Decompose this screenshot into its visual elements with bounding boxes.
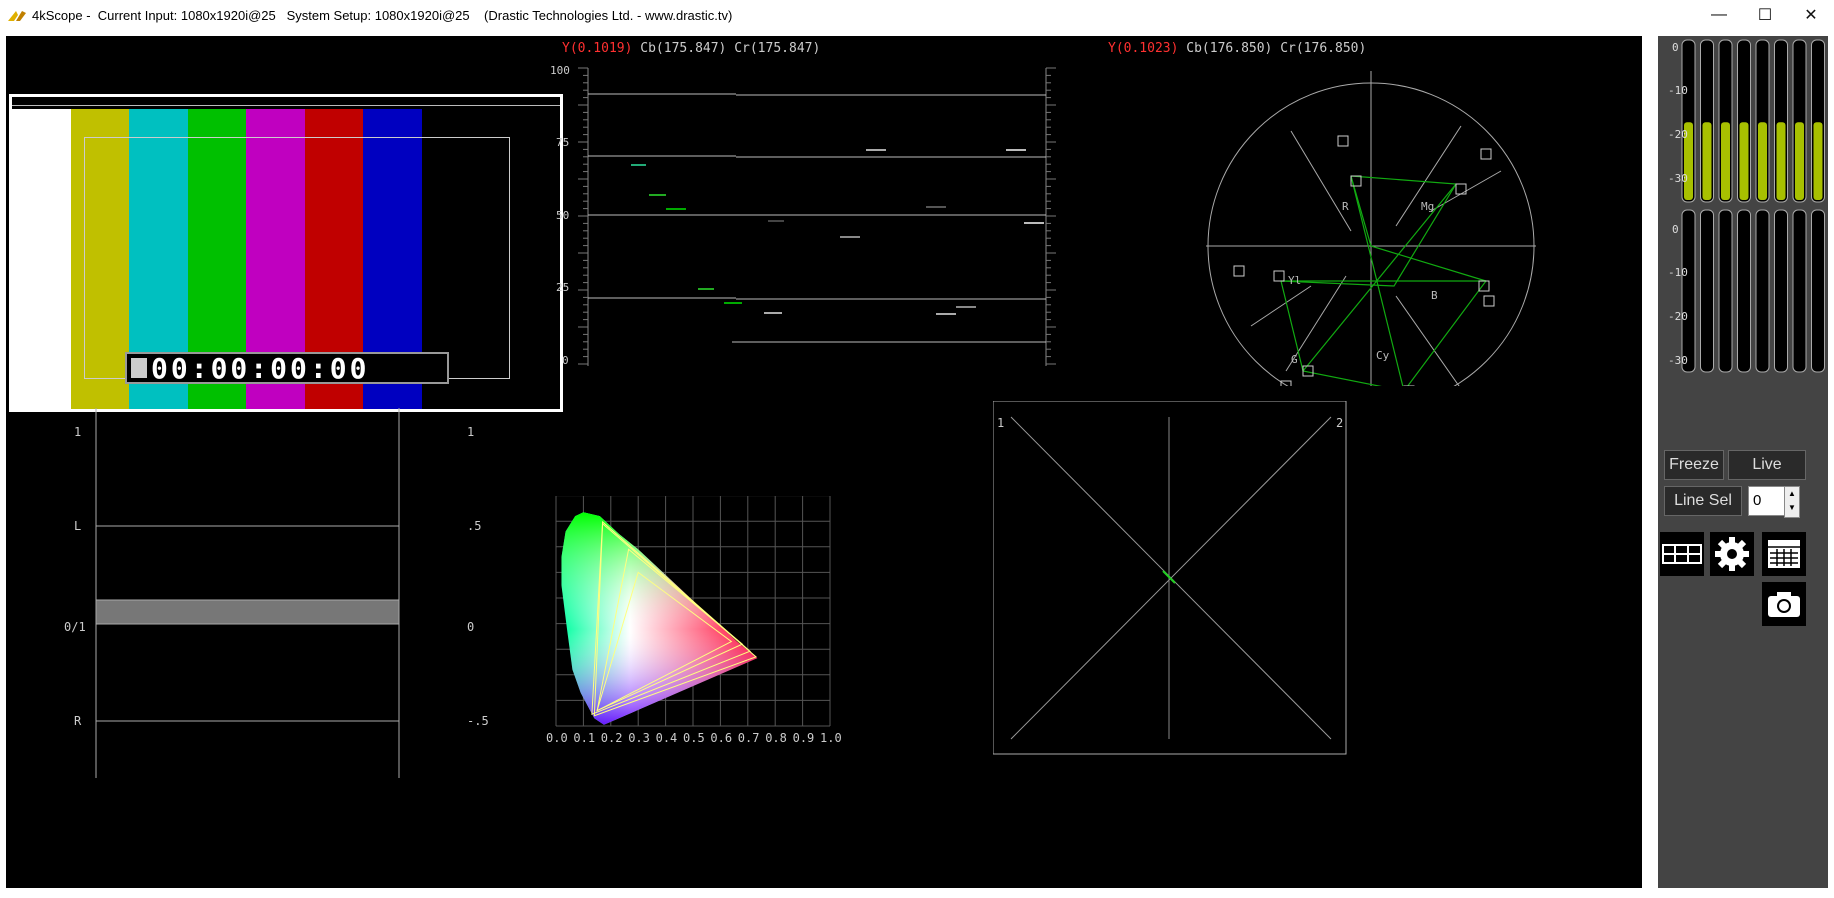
level-meter-fill xyxy=(1721,122,1730,200)
cie-x-tick: 0.2 xyxy=(601,731,623,745)
scope-area: 00:00:00:00 Y(0.1019) Cb(175.847) Cr(175… xyxy=(6,36,1642,888)
cie-x-tick: 0.8 xyxy=(765,731,787,745)
vectorscope[interactable]: R Mg Yl B G Cy xyxy=(1196,66,1576,386)
vectorscope-y-value: Y(0.1023) xyxy=(1108,41,1179,56)
level-meter xyxy=(1792,209,1807,373)
level-meter xyxy=(1700,209,1714,373)
cie-x-tick: 0.3 xyxy=(628,731,650,745)
title-safe-box xyxy=(84,137,510,379)
phase-left-scale-1: 1 xyxy=(74,425,81,439)
meter-bottom-scale-20: -20 xyxy=(1668,310,1688,323)
window-title: 4kScope - Current Input: 1080x1920i@25 S… xyxy=(32,7,733,23)
camera-icon xyxy=(1768,592,1800,617)
meter-bottom-scale-30: -30 xyxy=(1668,354,1688,367)
title-bar: 4kScope - Current Input: 1080x1920i@25 S… xyxy=(0,0,1834,30)
vectorscope-label-g: G xyxy=(1291,353,1298,366)
cie-x-tick: 0.5 xyxy=(683,731,705,745)
line-select-field[interactable]: 0 xyxy=(1748,486,1786,516)
audio-phase-scope[interactable]: 1 L 0/1 R 0 1 .5 0 -.5 -1 xyxy=(56,406,496,786)
level-meter-fill xyxy=(1795,122,1804,200)
safe-area-line xyxy=(12,105,560,106)
waveform-y-value: Y(0.1019) xyxy=(562,41,633,56)
meter-top-scale-10: -10 xyxy=(1668,84,1688,97)
meter-bottom-scale-10: -10 xyxy=(1668,266,1688,279)
phase-right-scale-05: .5 xyxy=(467,519,481,533)
phase-right-scale-m05: -.5 xyxy=(467,714,489,728)
waveform-readout: Y(0.1019) Cb(175.847) Cr(175.847) xyxy=(562,41,820,56)
stepper-down-icon[interactable]: ▼ xyxy=(1785,501,1799,515)
line-select-button[interactable]: Line Sel xyxy=(1664,486,1742,516)
vectorscope-label-yl: Yl xyxy=(1288,274,1301,287)
cie-chromaticity-diagram[interactable]: 0.00.00.10.10.20.20.30.30.40.40.50.50.60… xyxy=(546,496,1006,836)
cie-x-tick: 0.1 xyxy=(573,731,595,745)
line-select-value: 0 xyxy=(1753,492,1762,509)
app-logo-icon xyxy=(8,11,26,21)
table-view-button[interactable] xyxy=(1762,532,1806,576)
cie-x-tick: 0.0 xyxy=(546,731,568,745)
cie-x-tick: 0.7 xyxy=(738,731,760,745)
vectorscope-readout: Y(0.1023) Cb(176.850) Cr(176.850) xyxy=(1108,41,1366,56)
vectorscope-label-cy: Cy xyxy=(1376,349,1390,362)
meter-bottom-scale-0: 0 xyxy=(1672,223,1679,236)
level-meter-fill xyxy=(1739,122,1749,200)
vectorscope-label-r: R xyxy=(1342,200,1349,213)
level-meter-fill xyxy=(1776,122,1786,200)
live-button[interactable]: Live xyxy=(1728,450,1806,480)
vectorscope-cr-value: Cr(176.850) xyxy=(1280,41,1367,56)
phase-right-scale-1: 1 xyxy=(467,425,474,439)
level-meter xyxy=(1718,209,1733,373)
control-panel: 0 -10 -20 -30 0 -10 -20 -30 Freeze Live … xyxy=(1658,36,1828,888)
maximize-button[interactable]: ☐ xyxy=(1742,0,1788,30)
waveform-scale-75: 75 xyxy=(556,136,569,149)
phase-left-scale-01: 0/1 xyxy=(64,620,86,634)
stepper-up-icon[interactable]: ▲ xyxy=(1785,487,1799,501)
level-meter xyxy=(1774,209,1788,373)
color-bar xyxy=(12,109,71,409)
level-meter xyxy=(1681,209,1696,373)
cie-x-tick: 0.4 xyxy=(656,731,678,745)
line-select-stepper[interactable]: ▲ ▼ xyxy=(1784,486,1800,518)
level-meter-fill xyxy=(1758,122,1767,200)
waveform-scale-0: 0 xyxy=(562,354,569,367)
audio-level-meters: 0 -10 -20 -30 0 -10 -20 -30 xyxy=(1668,39,1825,373)
phase-right-scale-0: 0 xyxy=(467,620,474,634)
level-meter xyxy=(1737,209,1751,373)
vectorscope-cb-value: Cb(176.850) xyxy=(1186,41,1273,56)
layout-grid-icon xyxy=(1662,544,1702,564)
minimize-button[interactable]: — xyxy=(1696,0,1742,30)
xy-scope[interactable]: 1 2 xyxy=(993,401,1353,761)
meter-top-scale-0: 0 xyxy=(1672,41,1679,54)
waveform-scale-100: 100 xyxy=(550,66,570,77)
snapshot-button[interactable] xyxy=(1762,582,1806,626)
level-meter-fill xyxy=(1702,122,1712,200)
phase-left-scale-r: R xyxy=(74,714,82,728)
xy-label-2: 2 xyxy=(1336,416,1343,430)
video-preview[interactable]: 00:00:00:00 xyxy=(9,94,563,412)
level-meter xyxy=(1811,209,1825,373)
close-button[interactable]: ✕ xyxy=(1788,0,1834,30)
cie-x-tick: 0.6 xyxy=(710,731,732,745)
waveform-cb-value: Cb(175.847) xyxy=(640,41,727,56)
layout-button[interactable] xyxy=(1660,532,1704,576)
table-icon xyxy=(1768,540,1800,568)
vectorscope-label-mg: Mg xyxy=(1421,200,1434,213)
meter-top-scale-30: -30 xyxy=(1668,172,1688,185)
freeze-button[interactable]: Freeze xyxy=(1664,450,1724,480)
settings-button[interactable] xyxy=(1710,532,1754,576)
vectorscope-label-b: B xyxy=(1431,289,1438,302)
gear-icon xyxy=(1715,537,1749,571)
cie-x-tick: 0.9 xyxy=(793,731,815,745)
waveform-cr-value: Cr(175.847) xyxy=(734,41,821,56)
phase-left-scale-l: L xyxy=(74,519,81,533)
cie-x-tick: 1.0 xyxy=(820,731,842,745)
waveform-scale-25: 25 xyxy=(556,281,569,294)
level-meter-fill xyxy=(1813,122,1823,200)
meter-top-scale-20: -20 xyxy=(1668,128,1688,141)
xy-label-1: 1 xyxy=(997,416,1004,430)
waveform-monitor[interactable]: 100 75 50 25 0 xyxy=(546,66,1076,386)
waveform-scale-50: 50 xyxy=(556,209,569,222)
timecode-text: 00:00:00:00 xyxy=(151,351,370,385)
level-meter xyxy=(1755,209,1770,373)
timecode-overlay: 00:00:00:00 xyxy=(125,351,449,385)
